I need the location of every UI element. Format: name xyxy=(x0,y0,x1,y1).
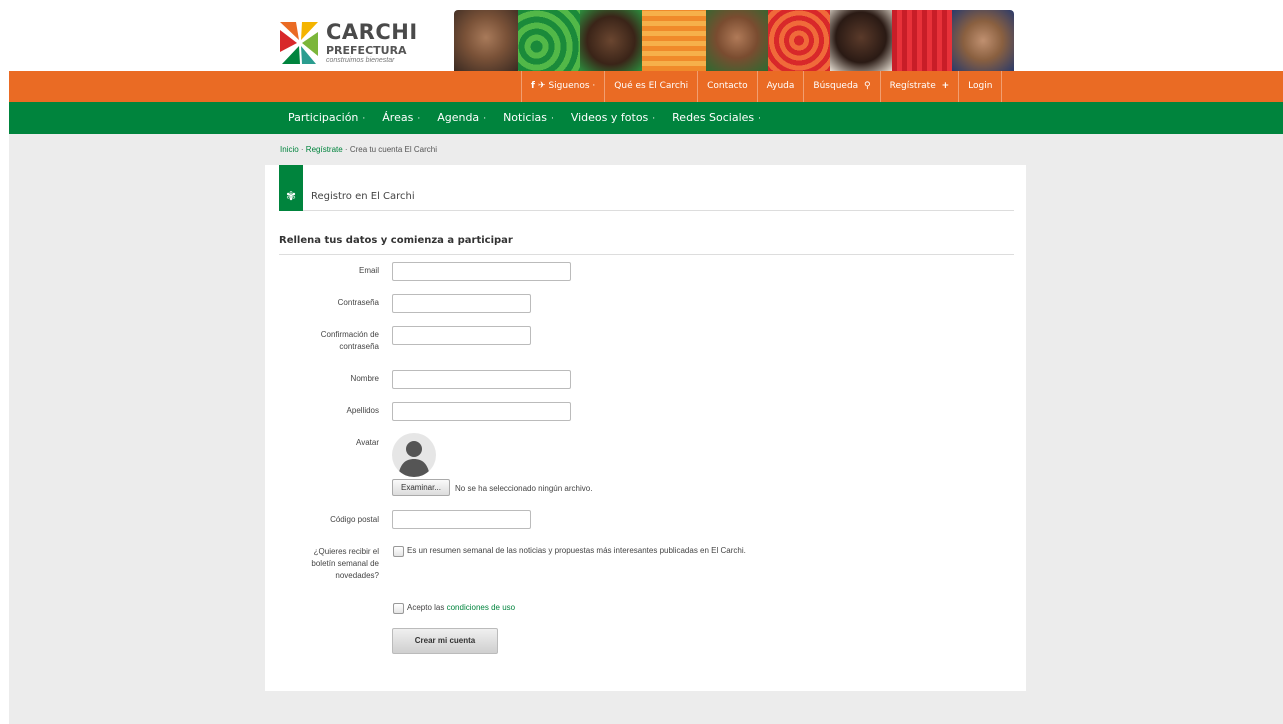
newsletter-checkbox[interactable] xyxy=(393,546,404,557)
logo-title: CARCHI xyxy=(326,20,418,44)
search-icon: ⚲ xyxy=(864,81,871,91)
email-label: Email xyxy=(358,266,379,275)
user-silhouette-icon xyxy=(398,441,430,477)
main-nav-participacion[interactable]: Participación · xyxy=(288,102,365,134)
avatar xyxy=(392,433,436,477)
name-label: Nombre xyxy=(350,374,379,383)
panel-header: ✾ Registro en El Carchi xyxy=(279,165,1014,211)
newsletter-label: ¿Quieres recibir el boletín semanal de n… xyxy=(311,547,379,580)
top-nav-que-es[interactable]: Qué es El Carchi xyxy=(604,71,697,102)
create-account-button[interactable]: Crear mi cuenta xyxy=(392,628,498,654)
top-nav-siguenos[interactable]: f ✈ Siguenos · xyxy=(521,71,604,102)
page-edge xyxy=(0,0,9,724)
main-nav-videos[interactable]: Videos y fotos · xyxy=(571,102,655,134)
avatar-label: Avatar xyxy=(356,438,379,447)
surname-field[interactable] xyxy=(392,402,571,421)
surname-label: Apellidos xyxy=(346,406,379,415)
form-heading: Rellena tus datos y comienza a participa… xyxy=(279,235,1014,255)
top-nav-login[interactable]: Login xyxy=(958,71,1003,102)
top-nav-contacto[interactable]: Contacto xyxy=(697,71,757,102)
main-nav-agenda[interactable]: Agenda · xyxy=(437,102,486,134)
header-banner-image xyxy=(454,10,1014,71)
site-logo[interactable]: CARCHI PREFECTURA construimos bienestar xyxy=(280,20,430,68)
tree-icon: ✾ xyxy=(279,165,303,211)
main-nav-areas[interactable]: Áreas · xyxy=(382,102,420,134)
main-nav-redes[interactable]: Redes Sociales · xyxy=(672,102,761,134)
terms-text: Acepto las condiciones de uso xyxy=(407,603,516,612)
breadcrumb-current: Crea tu cuenta El Carchi xyxy=(349,145,437,154)
postal-code-field[interactable] xyxy=(392,510,531,529)
plus-icon: + xyxy=(941,81,950,91)
main-nav-noticias[interactable]: Noticias · xyxy=(503,102,554,134)
breadcrumb-home-link[interactable]: Inicio xyxy=(280,145,299,154)
file-browse-button[interactable]: Examinar... xyxy=(392,479,450,496)
logo-mark-icon xyxy=(280,22,318,64)
panel-title: Registro en El Carchi xyxy=(311,191,415,202)
file-status-text: No se ha seleccionado ningún archivo. xyxy=(455,484,593,493)
password-confirm-field[interactable] xyxy=(392,326,531,345)
terms-checkbox[interactable] xyxy=(393,603,404,614)
top-nav-ayuda[interactable]: Ayuda xyxy=(756,71,804,102)
newsletter-description: Es un resumen semanal de las noticias y … xyxy=(407,546,746,555)
name-field[interactable] xyxy=(392,370,571,389)
registration-panel: ✾ Registro en El Carchi Rellena tus dato… xyxy=(265,165,1026,691)
top-nav-busqueda[interactable]: Búsqueda ⚲ xyxy=(803,71,879,102)
postal-code-label: Código postal xyxy=(330,515,379,524)
email-field[interactable] xyxy=(392,262,571,281)
breadcrumb: Inicio · Regístrate · Crea tu cuenta El … xyxy=(280,145,437,154)
password-label: Contraseña xyxy=(337,298,379,307)
logo-tagline: construimos bienestar xyxy=(326,57,395,64)
logo-subtitle: PREFECTURA xyxy=(326,44,407,57)
top-nav-registrate[interactable]: Regístrate + xyxy=(879,71,959,102)
password-confirm-label: Confirmación de contraseña xyxy=(320,330,379,351)
terms-link[interactable]: condiciones de uso xyxy=(447,603,516,612)
breadcrumb-register-link[interactable]: Regístrate xyxy=(306,145,343,154)
password-field[interactable] xyxy=(392,294,531,313)
main-nav: Participación · Áreas · Agenda · Noticias · … xyxy=(288,102,778,134)
facebook-twitter-icon: f ✈ xyxy=(531,81,546,91)
top-nav: f ✈ Siguenos · Qué es El Carchi Contacto… xyxy=(521,71,1003,102)
